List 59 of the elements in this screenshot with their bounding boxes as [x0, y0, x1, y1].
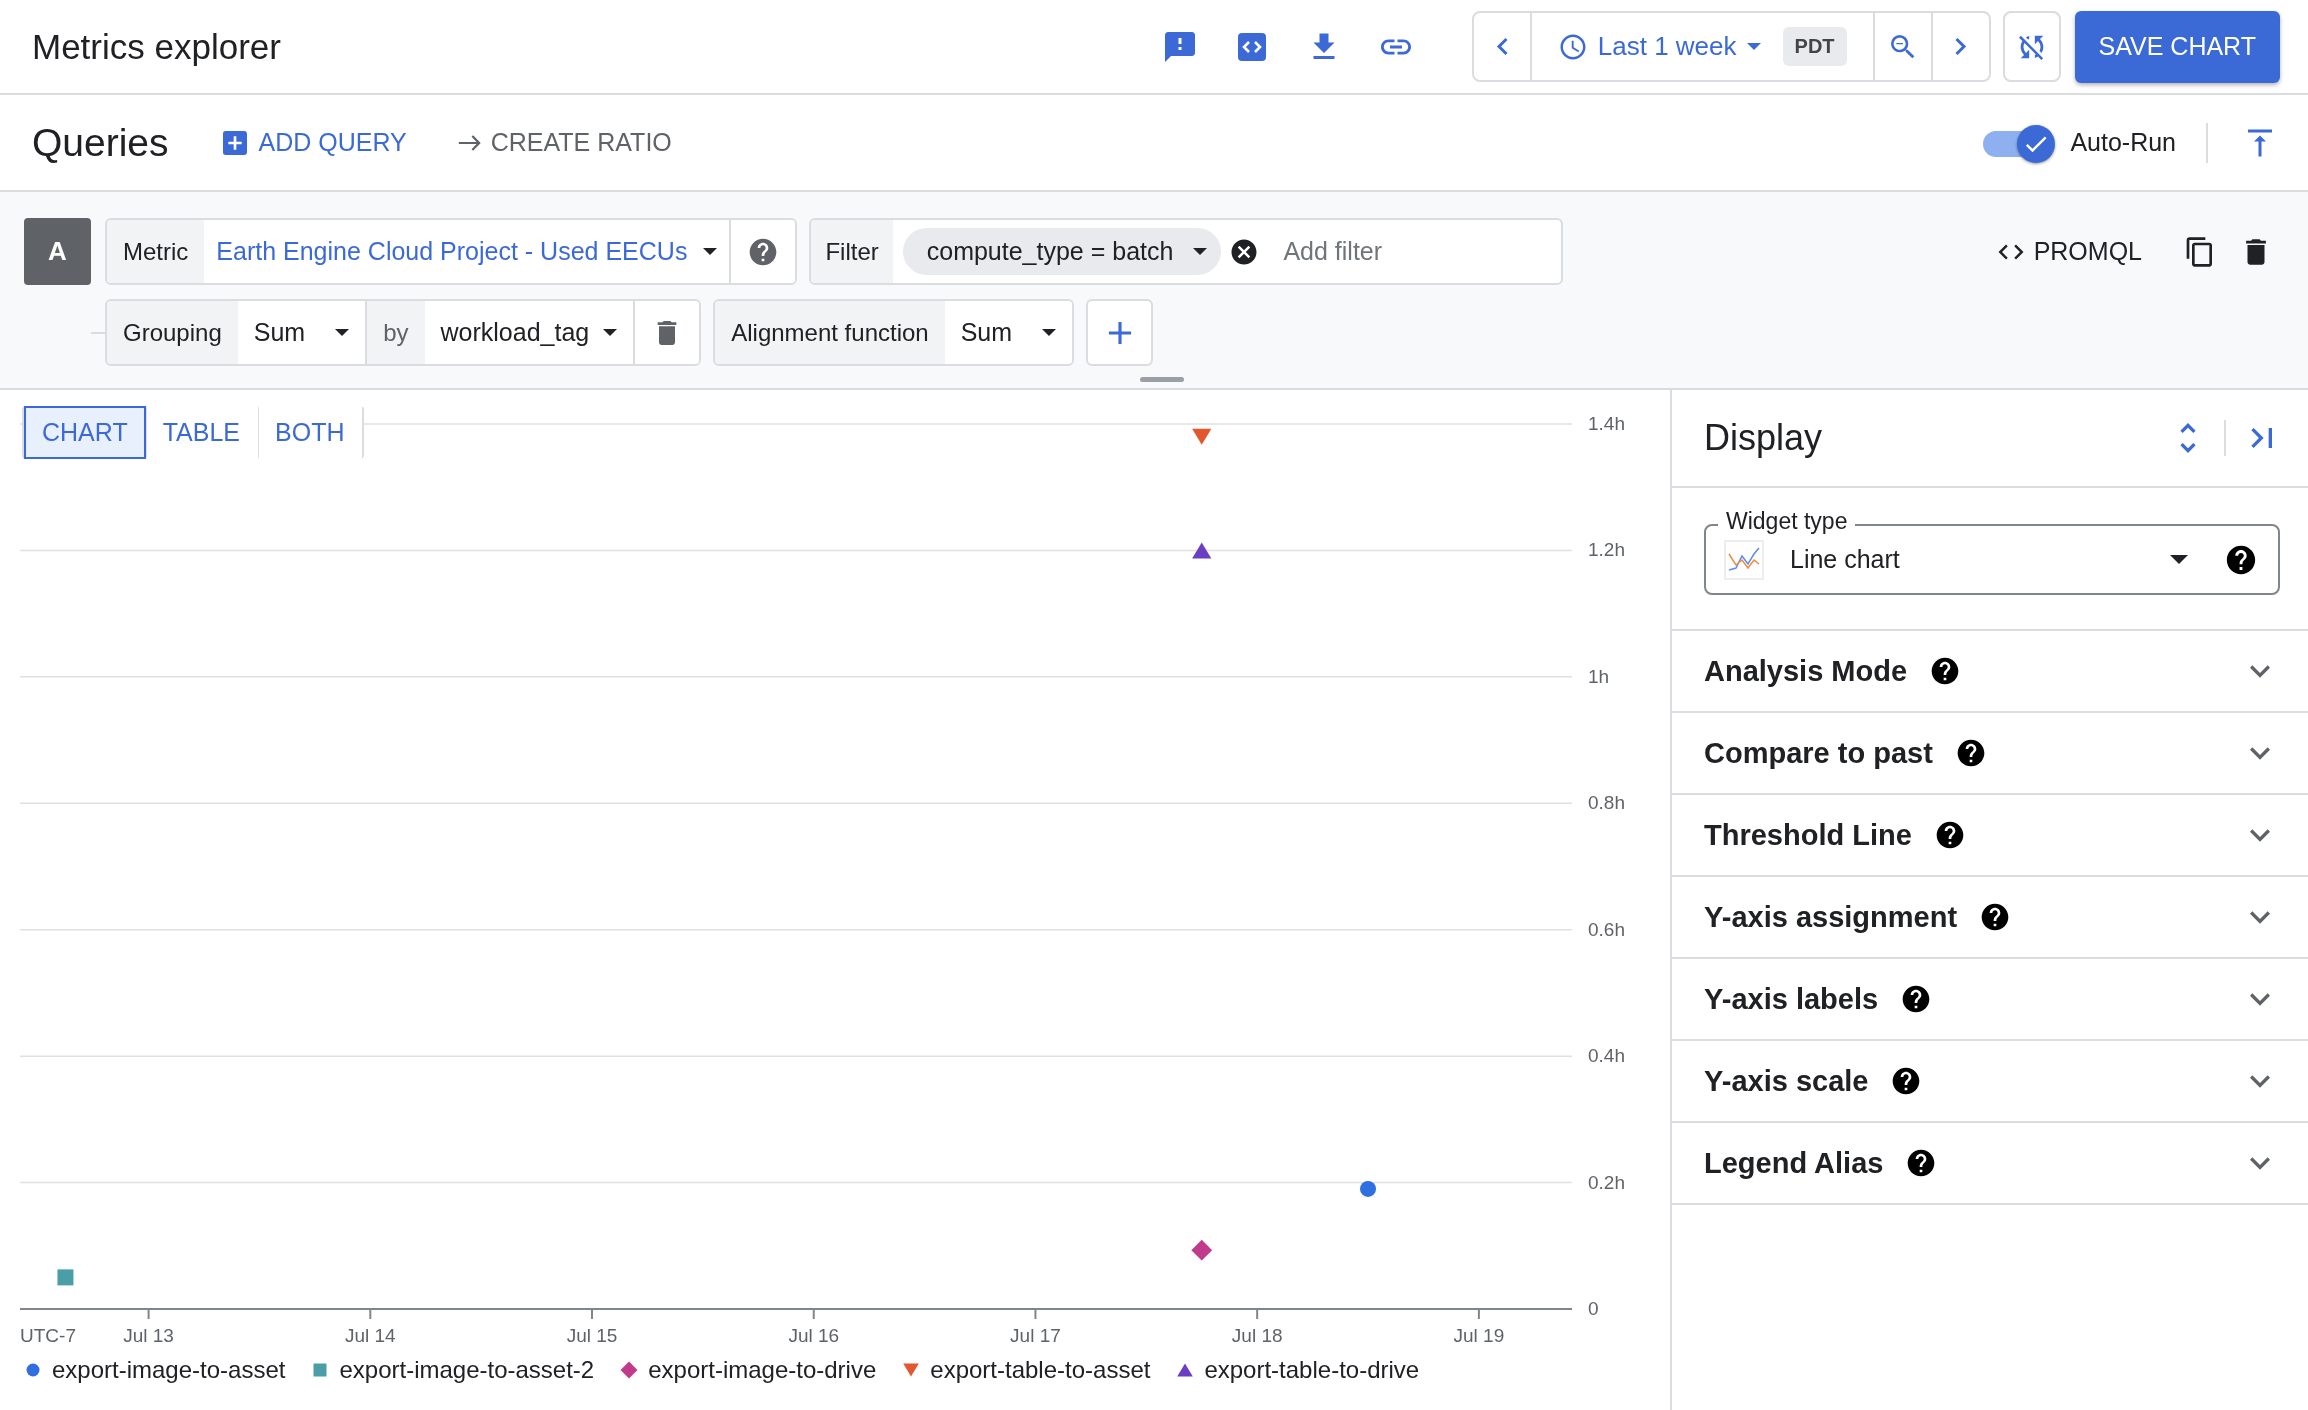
add-query-button[interactable]: ADD QUERY: [218, 126, 407, 159]
data-point: [1360, 1180, 1376, 1197]
y-axis-label: 1.4h: [1588, 413, 1625, 434]
caret-icon: [335, 329, 350, 336]
x-axis-label: Jul 15: [566, 1325, 618, 1346]
page-title: Metrics explorer: [32, 26, 282, 67]
create-ratio-button[interactable]: CREATE RATIO: [456, 128, 672, 157]
save-chart-button[interactable]: SAVE CHART: [2074, 10, 2280, 83]
query-letter: A: [24, 218, 91, 285]
x-axis-label: Jul 14: [344, 1325, 396, 1346]
y-axis-label: 0.6h: [1588, 918, 1625, 940]
caret-icon: [703, 248, 718, 255]
caret-icon: [603, 329, 618, 336]
line-chart-icon: [1724, 539, 1764, 580]
chevron-right-icon: [1954, 37, 1967, 56]
filter-chip[interactable]: compute_type = batch: [902, 228, 1222, 275]
metric-selector[interactable]: Metric Earth Engine Cloud Project - Used EECUs: [105, 218, 798, 285]
x-axis-label: Jul 19: [1453, 1325, 1505, 1346]
x-axis-label: Jul 17: [1010, 1325, 1061, 1346]
caret-icon: [1042, 329, 1057, 336]
data-point: [57, 1269, 74, 1286]
grouping-selector[interactable]: Grouping Sum by workload_tag: [105, 299, 702, 366]
y-axis-label: 1.2h: [1588, 539, 1625, 561]
y-axis-label: 1h: [1588, 665, 1610, 687]
view-tab[interactable]: BOTH: [258, 406, 363, 459]
display-title: Display: [1704, 417, 1824, 459]
auto-run-label: Auto-Run: [2070, 128, 2176, 157]
resize-handle[interactable]: [1140, 377, 1184, 382]
y-axis-label: 0.2h: [1588, 1171, 1625, 1193]
field-label: Widget type: [1718, 508, 1856, 535]
x-axis-label: Jul 16: [788, 1325, 840, 1346]
x-axis-label: Jul 18: [1231, 1325, 1283, 1346]
data-point: [1192, 428, 1212, 445]
y-axis-label: 0.8h: [1588, 792, 1625, 814]
auto-run-switch[interactable]: [1983, 124, 2055, 161]
data-point: [1191, 1239, 1213, 1261]
alignment-selector[interactable]: Alignment function Sum: [713, 299, 1075, 366]
legend-label: export-table-to-asset: [930, 1356, 1151, 1384]
legend-label: export-image-to-asset-2: [339, 1356, 595, 1384]
queries-title: Queries: [32, 120, 169, 165]
legend-label: export-image-to-asset: [52, 1356, 286, 1384]
chevron-left-icon: [1495, 37, 1508, 56]
y-axis-label: 0: [1588, 1298, 1599, 1319]
x-axis-label: Jul 13: [123, 1325, 174, 1346]
timezone-badge: PDT: [1782, 27, 1847, 66]
view-tab[interactable]: TABLE: [145, 406, 258, 459]
sync-off-button[interactable]: [2002, 11, 2061, 82]
caret-icon: [1746, 43, 1761, 50]
view-tab[interactable]: CHART: [24, 406, 146, 459]
legend-label: export-table-to-drive: [1204, 1356, 1420, 1384]
timezone-label: UTC-7: [20, 1325, 76, 1346]
promql-button[interactable]: PROMQL: [1995, 236, 2142, 267]
y-axis-label: 0.4h: [1588, 1045, 1625, 1067]
legend-label: export-image-to-drive: [648, 1356, 877, 1384]
caret-icon: [1193, 248, 1208, 255]
caret-icon: [2170, 555, 2188, 564]
code-icon: [1236, 31, 1267, 62]
data-point: [1192, 542, 1212, 559]
filter-field[interactable]: Filter compute_type = batch Add filter: [809, 218, 1564, 285]
